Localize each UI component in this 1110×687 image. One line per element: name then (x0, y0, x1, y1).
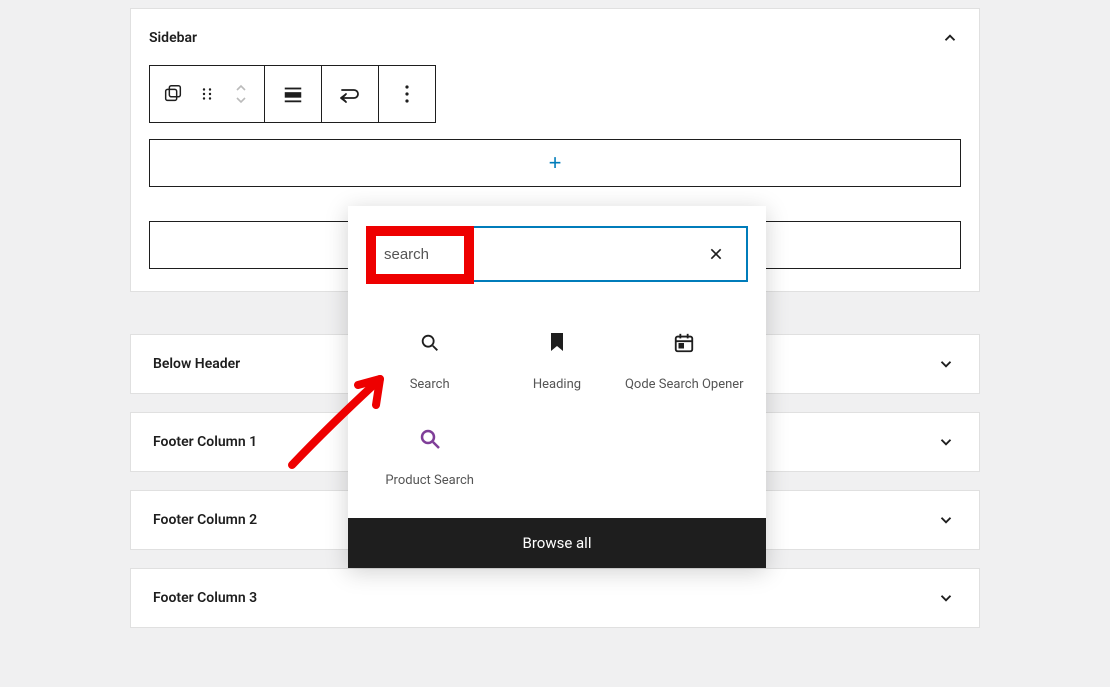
panel-title: Footer Column 1 (153, 434, 257, 450)
more-options-icon[interactable] (385, 66, 429, 122)
align-icon[interactable] (271, 66, 315, 122)
drag-handle-icon[interactable] (190, 66, 224, 122)
chevron-down-icon (935, 431, 957, 453)
bookmark-icon (544, 330, 570, 356)
panel-title: Below Header (153, 356, 240, 372)
block-item-search[interactable]: Search (366, 322, 493, 418)
chevron-down-icon (935, 353, 957, 375)
block-search-input[interactable] (384, 246, 702, 263)
block-item-product-search[interactable]: Product Search (366, 418, 493, 514)
block-type-icon[interactable] (156, 66, 190, 122)
block-label: Heading (533, 376, 581, 394)
chevron-down-icon (935, 587, 957, 609)
sidebar-title: Sidebar (149, 30, 197, 46)
chevron-up-icon (939, 27, 961, 49)
magnify-icon (417, 426, 443, 452)
block-label: Qode Search Opener (625, 376, 744, 394)
clear-search-button[interactable] (702, 240, 730, 268)
block-label: Search (410, 376, 450, 394)
block-item-heading[interactable]: Heading (493, 322, 620, 418)
widget-area-footer-3[interactable]: Footer Column 3 (130, 568, 980, 628)
chevron-down-icon (935, 509, 957, 531)
block-toolbar (149, 65, 436, 123)
browse-all-label: Browse all (523, 534, 592, 552)
panel-title: Footer Column 2 (153, 512, 257, 528)
search-field-wrap (366, 226, 748, 282)
add-block-button[interactable]: + (149, 139, 961, 187)
plus-icon: + (549, 152, 562, 174)
search-icon (417, 330, 443, 356)
calendar-icon (671, 330, 697, 356)
block-item-qode-search-opener[interactable]: Qode Search Opener (621, 322, 748, 418)
move-to-icon[interactable] (328, 66, 372, 122)
block-label: Product Search (385, 472, 474, 490)
sidebar-panel-header[interactable]: Sidebar (149, 27, 961, 49)
move-arrows-icon[interactable] (224, 66, 258, 122)
block-inserter-popup: Search Heading Qode Search Opener Produc… (348, 206, 766, 568)
block-results-grid: Search Heading Qode Search Opener Produc… (366, 322, 748, 514)
panel-title: Footer Column 3 (153, 590, 257, 606)
browse-all-button[interactable]: Browse all (348, 518, 766, 568)
